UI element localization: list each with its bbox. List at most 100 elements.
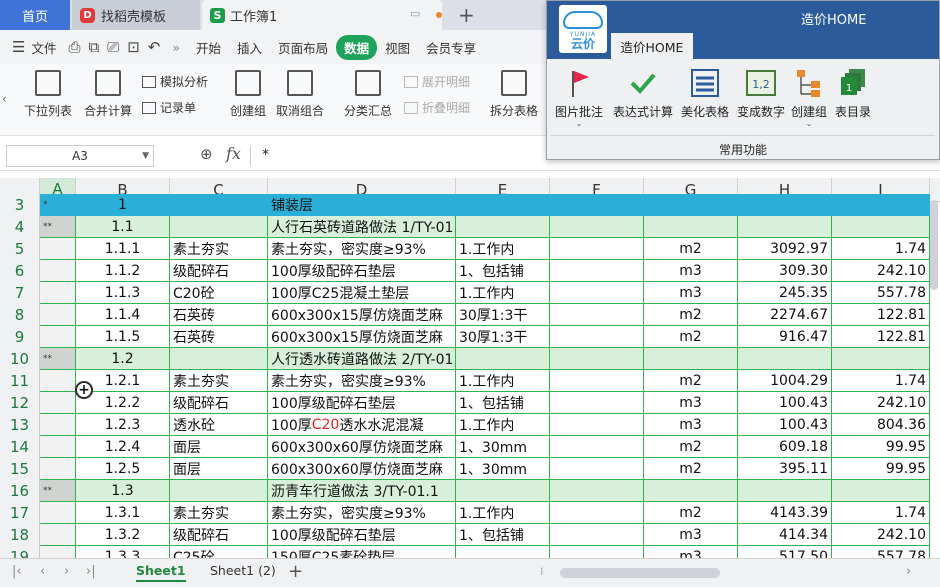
cell-c[interactable]: 面层 (170, 436, 268, 458)
cell-e[interactable] (456, 216, 550, 238)
cell-e[interactable]: 1.工作内 (456, 282, 550, 304)
cell-d[interactable]: 素土夯实，密实度≥93% (268, 502, 456, 524)
to-number-button[interactable]: 1,2 变成数字 (737, 67, 785, 120)
cell-i[interactable]: 1.74 (832, 502, 930, 524)
row-header[interactable]: 14 (0, 436, 40, 458)
cell-a[interactable] (40, 370, 76, 392)
row-header[interactable]: 11 (0, 370, 40, 392)
cell-g[interactable] (644, 480, 738, 502)
cell-f[interactable] (550, 502, 644, 524)
prev-sheet-icon[interactable]: ‹ (40, 564, 45, 579)
cell-b[interactable]: 1.2.5 (76, 458, 170, 480)
cell-c[interactable] (170, 480, 268, 502)
cell-d[interactable]: 100厚C25混凝土垫层 (268, 282, 456, 304)
cell-h[interactable]: 609.18 (738, 436, 832, 458)
cell-i[interactable]: 1.74 (832, 370, 930, 392)
preview-icon[interactable]: ⊡ (123, 38, 144, 56)
cell-i[interactable]: 122.81 (832, 304, 930, 326)
fx-icon[interactable]: fx (226, 144, 241, 163)
cell-b[interactable]: 1.3 (76, 480, 170, 502)
sheet-index-button[interactable]: 1 表目录 (835, 67, 871, 120)
print-icon[interactable]: ⎚ (103, 38, 123, 56)
cell-a[interactable] (40, 282, 76, 304)
cell-e[interactable]: 1.工作内 (456, 502, 550, 524)
cell-g[interactable]: m3 (644, 282, 738, 304)
cell-e[interactable]: 1、包括铺 (456, 524, 550, 546)
cell-h[interactable]: 3092.97 (738, 238, 832, 260)
row-header[interactable]: 10 (0, 348, 40, 370)
cell-b[interactable]: 1.1.4 (76, 304, 170, 326)
addin-tab[interactable]: 造价HOME (611, 33, 693, 59)
chevron-down-icon[interactable]: ▼ (142, 151, 149, 161)
cell-e[interactable] (456, 348, 550, 370)
cell-a[interactable] (40, 524, 76, 546)
cell-f[interactable] (550, 326, 644, 348)
cell-c[interactable]: 面层 (170, 458, 268, 480)
dropdown-list-button[interactable]: 下拉列表 (24, 70, 72, 119)
cell-h[interactable]: 395.11 (738, 458, 832, 480)
formula-input[interactable]: * (262, 147, 269, 163)
cell-h[interactable] (738, 480, 832, 502)
add-sheet-button[interactable]: + (288, 561, 303, 582)
record-button[interactable]: 记录单 (142, 99, 196, 116)
monitor-icon[interactable]: ▭ (410, 7, 420, 20)
cell-i[interactable] (832, 480, 930, 502)
menu-start[interactable]: 开始 (188, 38, 229, 57)
cell-f[interactable] (550, 304, 644, 326)
collapse-detail-button[interactable]: 折叠明细 (404, 99, 470, 116)
scroll-right-icon[interactable]: › (906, 564, 911, 579)
cell-g[interactable]: m2 (644, 436, 738, 458)
row-header[interactable]: 8 (0, 304, 40, 326)
cell-a[interactable] (40, 436, 76, 458)
addin-create-group-button[interactable]: 创建组 ⌄ (791, 67, 827, 128)
cell-g[interactable]: m3 (644, 260, 738, 282)
row-header[interactable]: 18 (0, 524, 40, 546)
cell-a[interactable] (40, 304, 76, 326)
cell-c[interactable]: 级配碎石 (170, 524, 268, 546)
cell-c[interactable]: 透水砼 (170, 414, 268, 436)
ribbon-scroll-left-icon[interactable]: ‹ (2, 92, 7, 106)
cell-i[interactable] (832, 194, 930, 216)
cell-a[interactable]: * (40, 194, 76, 216)
cell-e[interactable]: 1.工作内 (456, 370, 550, 392)
cell-b[interactable]: 1.1.5 (76, 326, 170, 348)
scroll-divider-icon[interactable]: ⁞ (540, 565, 544, 578)
cell-h[interactable]: 100.43 (738, 414, 832, 436)
cell-i[interactable]: 557.78 (832, 282, 930, 304)
row-header[interactable]: 15 (0, 458, 40, 480)
cell-g[interactable] (644, 216, 738, 238)
cell-a[interactable]: ** (40, 216, 76, 238)
simulate-button[interactable]: 模拟分析 (142, 73, 208, 90)
next-sheet-icon[interactable]: › (64, 564, 69, 579)
cell-h[interactable]: 1004.29 (738, 370, 832, 392)
menu-data[interactable]: 数据 (336, 34, 378, 60)
cell-i[interactable]: 804.36 (832, 414, 930, 436)
menu-page-layout[interactable]: 页面布局 (270, 38, 336, 57)
row-header[interactable]: 6 (0, 260, 40, 282)
tab-home[interactable]: 首页 (0, 0, 70, 30)
cell-b[interactable]: 1.3.1 (76, 502, 170, 524)
cell-b[interactable]: 1.2.4 (76, 436, 170, 458)
ungroup-button[interactable]: 取消组合 (276, 70, 324, 119)
cell-i[interactable]: 122.81 (832, 326, 930, 348)
cell-f[interactable] (550, 348, 644, 370)
cell-a[interactable] (40, 458, 76, 480)
cell-e[interactable]: 1、包括铺 (456, 392, 550, 414)
cell-c[interactable] (170, 194, 268, 216)
row-header[interactable]: 19 (0, 546, 40, 558)
more-icon[interactable]: » (164, 40, 188, 55)
cell-b[interactable]: 1 (76, 194, 170, 216)
cell-h[interactable] (738, 216, 832, 238)
vertical-scrollbar[interactable] (930, 200, 938, 290)
cell-e[interactable]: 30厚1:3干 (456, 326, 550, 348)
cell-h[interactable]: 517.50 (738, 546, 832, 558)
cell-d[interactable]: 素土夯实，密实度≥93% (268, 370, 456, 392)
cell-a[interactable] (40, 392, 76, 414)
cell-h[interactable]: 100.43 (738, 392, 832, 414)
cell-b[interactable]: 1.3.2 (76, 524, 170, 546)
row-header[interactable]: 3 (0, 194, 40, 216)
cell-a[interactable]: ** (40, 480, 76, 502)
create-group-button[interactable]: 创建组 (230, 70, 266, 119)
cell-i[interactable]: 557.78 (832, 546, 930, 558)
cell-h[interactable]: 4143.39 (738, 502, 832, 524)
